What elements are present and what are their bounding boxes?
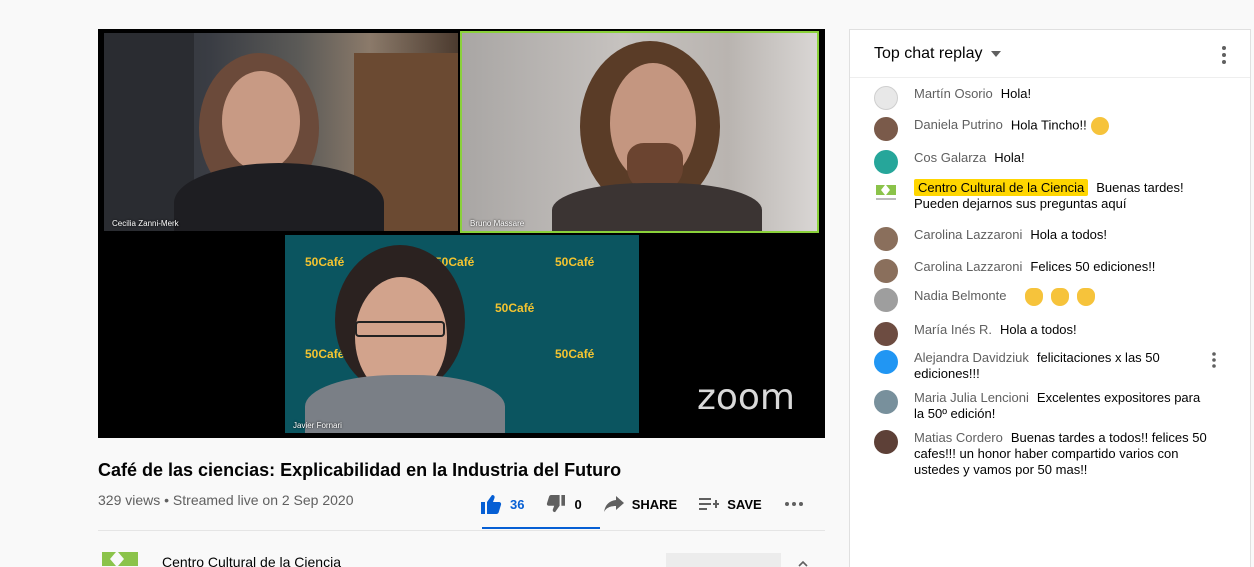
divider bbox=[98, 530, 825, 531]
participant-body bbox=[552, 183, 762, 231]
chat-message[interactable]: Matias Cordero Buenas tardes a todos!! fe… bbox=[850, 430, 1250, 478]
chat-author-owner-badge: Centro Cultural de la Ciencia bbox=[914, 179, 1089, 196]
backdrop-logo: 50Café bbox=[555, 255, 595, 269]
chat-header: Top chat replay bbox=[850, 30, 1250, 78]
participant-glasses bbox=[355, 321, 445, 337]
chat-message[interactable]: Carolina Lazzaroni Hola a todos! bbox=[850, 227, 1250, 251]
chat-menu-icon[interactable] bbox=[1222, 46, 1226, 64]
backdrop-logo: 50Café bbox=[305, 347, 345, 361]
waving-hand-emoji-icon bbox=[1024, 288, 1043, 306]
chat-message[interactable]: Martín Osorio Hola! bbox=[850, 86, 1250, 110]
caret-down-icon[interactable] bbox=[990, 50, 1001, 57]
participant-face bbox=[222, 71, 300, 171]
live-chat-replay: Top chat replay Martín Osorio Hola! Danie… bbox=[849, 29, 1251, 567]
chat-author: Martín Osorio bbox=[914, 86, 993, 101]
like-ratio-bar bbox=[482, 527, 600, 529]
chat-message-owner[interactable]: Centro Cultural de la Ciencia Buenas tard… bbox=[850, 179, 1250, 212]
waving-hand-emoji-icon bbox=[1050, 288, 1069, 306]
avatar bbox=[874, 288, 898, 312]
chat-message[interactable]: Cos Galarza Hola! bbox=[850, 150, 1250, 174]
chat-author: Daniela Putrino bbox=[914, 117, 1003, 133]
hugging-face-emoji-icon bbox=[1090, 117, 1109, 135]
chat-author: Carolina Lazzaroni bbox=[914, 227, 1023, 242]
like-button[interactable]: 36 bbox=[480, 494, 524, 514]
chat-message[interactable]: María Inés R. Hola a todos! bbox=[850, 322, 1250, 346]
message-menu-icon[interactable] bbox=[1212, 352, 1216, 368]
chat-message[interactable]: Alejandra Davidziuk felicitaciones x las … bbox=[850, 350, 1250, 382]
chat-text: Felices 50 ediciones!! bbox=[1030, 259, 1156, 274]
chat-author: Maria Julia Lencioni bbox=[914, 390, 1029, 405]
dislike-count: 0 bbox=[574, 496, 582, 512]
backdrop-logo: 50Café bbox=[305, 255, 345, 269]
backdrop-logo: 50Café bbox=[555, 347, 595, 361]
chat-author: Cos Galarza bbox=[914, 150, 987, 165]
thumbs-down-icon bbox=[547, 495, 566, 513]
thumbs-up-icon bbox=[481, 495, 502, 514]
participant-name-label: Cecilia Zanni-Merk bbox=[112, 219, 179, 228]
youtube-watch-page: Cecilia Zanni-Merk Bruno Massare 50Café … bbox=[0, 0, 1254, 567]
avatar bbox=[874, 390, 898, 414]
like-count: 36 bbox=[510, 496, 525, 512]
playlist-add-icon bbox=[699, 498, 720, 510]
save-label: SAVE bbox=[727, 496, 762, 512]
avatar bbox=[874, 350, 898, 374]
video-title: Café de las ciencias: Explicabilidad en … bbox=[98, 460, 622, 480]
video-actions: 36 0 SHARE SAVE bbox=[480, 489, 834, 519]
chat-author: Alejandra Davidziuk bbox=[914, 350, 1029, 365]
chat-author: María Inés R. bbox=[914, 322, 993, 337]
channel-logo[interactable] bbox=[100, 548, 140, 567]
avatar bbox=[874, 430, 898, 454]
share-icon bbox=[603, 496, 624, 512]
backdrop-logo: 50Café bbox=[495, 301, 535, 315]
avatar bbox=[874, 150, 898, 174]
chat-message[interactable]: Daniela Putrino Hola Tincho!! bbox=[850, 117, 1250, 141]
chat-text: Hola Tincho!! bbox=[1010, 117, 1087, 133]
chat-text: Hola! bbox=[1000, 86, 1032, 101]
chat-message[interactable]: Nadia Belmonte bbox=[850, 288, 1250, 312]
participant-name-label: Javier Fornari bbox=[293, 421, 342, 430]
subscribe-button[interactable] bbox=[666, 553, 781, 567]
participant-tile-javier: 50Café 50Café 50Café 50Café 50Café 50Caf… bbox=[285, 235, 639, 433]
waving-hand-emoji-icon bbox=[1076, 288, 1095, 306]
channel-avatar bbox=[876, 185, 896, 200]
chat-message[interactable]: Carolina Lazzaroni Felices 50 ediciones!! bbox=[850, 259, 1250, 283]
participant-tile-bruno-active: Bruno Massare bbox=[460, 31, 819, 233]
avatar bbox=[874, 117, 898, 141]
chat-text: Hola a todos! bbox=[1000, 322, 1077, 337]
participant-tile-cecilia: Cecilia Zanni-Merk bbox=[104, 33, 458, 231]
chat-text: Hola! bbox=[994, 150, 1025, 165]
chat-text: Hola a todos! bbox=[1030, 227, 1108, 242]
share-button[interactable]: SHARE bbox=[603, 496, 678, 512]
channel-name[interactable]: Centro Cultural de la Ciencia bbox=[162, 554, 341, 567]
share-label: SHARE bbox=[631, 496, 678, 512]
more-actions-button[interactable] bbox=[784, 501, 812, 507]
video-meta: 329 views • Streamed live on 2 Sep 2020 bbox=[98, 492, 354, 508]
chat-mode-dropdown[interactable]: Top chat replay bbox=[874, 45, 983, 63]
participant-name-label: Bruno Massare bbox=[470, 219, 525, 228]
avatar bbox=[874, 86, 898, 110]
participant-body bbox=[174, 163, 384, 231]
avatar bbox=[874, 259, 898, 283]
avatar bbox=[874, 227, 898, 251]
more-horizontal-icon bbox=[784, 502, 803, 506]
zoom-watermark: zoom bbox=[696, 377, 795, 418]
chat-author: Matias Cordero bbox=[914, 430, 1003, 445]
chat-author: Carolina Lazzaroni bbox=[914, 259, 1023, 274]
chevron-up-icon[interactable] bbox=[798, 560, 808, 567]
avatar bbox=[874, 322, 898, 346]
dislike-button[interactable]: 0 bbox=[546, 495, 582, 513]
save-button[interactable]: SAVE bbox=[699, 496, 762, 512]
chat-message[interactable]: Maria Julia Lencioni Excelentes expositor… bbox=[850, 390, 1250, 422]
video-player[interactable]: Cecilia Zanni-Merk Bruno Massare 50Café … bbox=[98, 29, 825, 438]
chat-author: Nadia Belmonte bbox=[914, 288, 1007, 304]
